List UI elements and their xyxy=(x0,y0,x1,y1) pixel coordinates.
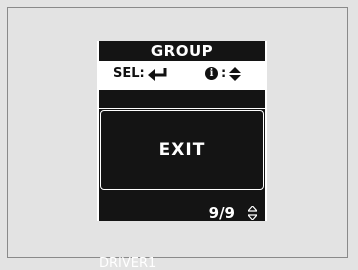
return-arrow-icon xyxy=(148,68,167,81)
info-icon: i xyxy=(205,67,218,80)
screen-title: GROUP xyxy=(99,41,265,61)
page-counter: 9/9 xyxy=(208,204,235,222)
up-down-icon xyxy=(229,67,241,81)
display-screen: GROUP SEL: i : EXIT 9/9 DRIVER1 xyxy=(97,41,267,270)
menu-area: EXIT 9/9 DRIVER1 xyxy=(99,90,265,270)
exit-menu-item[interactable]: EXIT xyxy=(100,110,264,190)
driver-profile-label: DRIVER1 xyxy=(99,256,157,270)
info-hint-separator: : xyxy=(221,66,227,81)
select-hint-label: SEL: xyxy=(113,66,145,81)
divider xyxy=(99,108,265,109)
exit-label: EXIT xyxy=(158,140,206,160)
control-hints: SEL: i : xyxy=(97,64,267,85)
scroll-up-down-icon xyxy=(248,206,257,220)
